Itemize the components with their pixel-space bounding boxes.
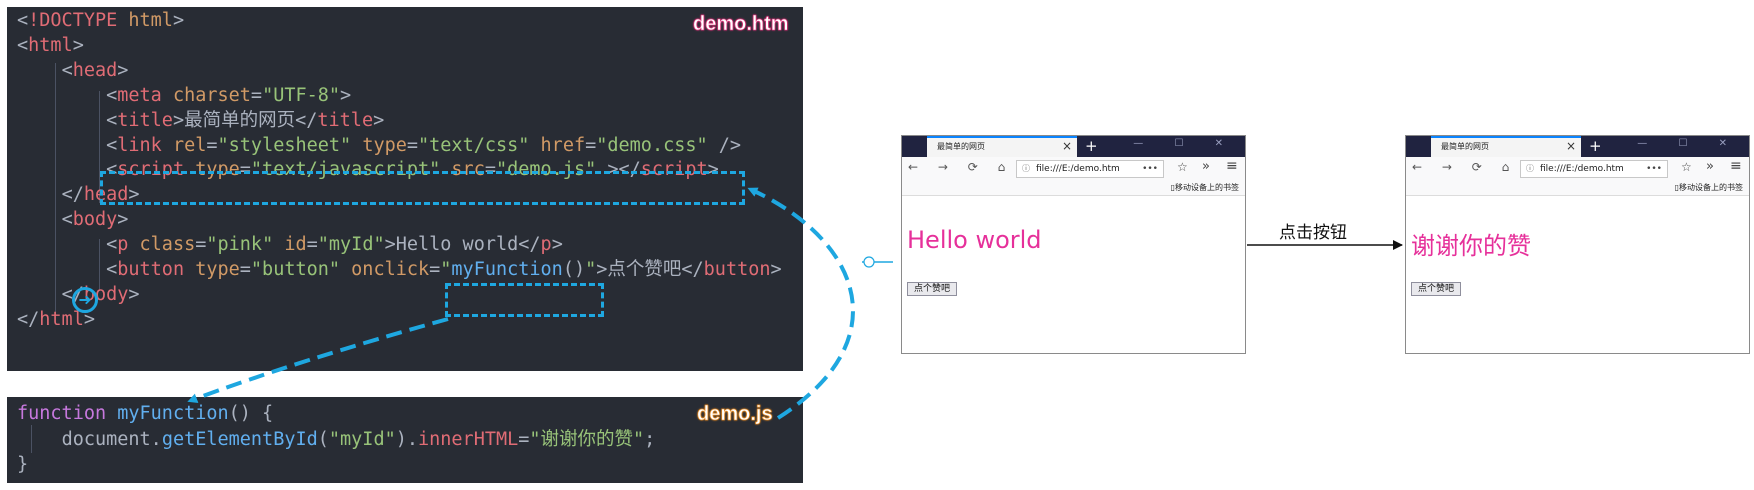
bookmarks-bar: ▯移动设备上的书签 (902, 181, 1245, 196)
url-bar[interactable]: ⓘ file:///E:/demo.htm ••• (1520, 160, 1668, 178)
mobile-bookmarks-link[interactable]: ▯移动设备上的书签 (1675, 182, 1743, 193)
nav-buttons-icon[interactable]: ← → ⟳ ⌂ (908, 160, 1013, 174)
new-tab-icon[interactable]: + (1589, 136, 1602, 156)
connector-stub-circle (863, 256, 875, 268)
info-icon[interactable]: ⓘ (1022, 161, 1030, 177)
browser-window-after: 最简单的网页 × + — ☐ ✕ ← → ⟳ ⌂ ⓘ file:///E:/de… (1405, 135, 1750, 354)
window-controls[interactable]: — ☐ ✕ (1133, 138, 1237, 149)
call-to-function-arrow (187, 317, 449, 403)
hamburger-menu-icon[interactable]: ≡ (1226, 158, 1238, 174)
close-tab-icon[interactable]: × (1566, 139, 1576, 153)
title-bar: 最简单的网页 × + — ☐ ✕ (902, 136, 1245, 157)
close-tab-icon[interactable]: × (1062, 139, 1072, 153)
js-file-to-script-arrow (747, 187, 855, 420)
overflow-chevron-icon[interactable]: » (1202, 159, 1210, 174)
hamburger-menu-icon[interactable]: ≡ (1730, 158, 1742, 174)
new-tab-icon[interactable]: + (1085, 136, 1098, 156)
navigation-bar: ← → ⟳ ⌂ ⓘ file:///E:/demo.htm ••• ☆ » ≡ (1406, 157, 1749, 181)
click-button-label: 点击按钮 (1279, 223, 1347, 243)
url-bar[interactable]: ⓘ file:///E:/demo.htm ••• (1016, 160, 1164, 178)
navigation-bar: ← → ⟳ ⌂ ⓘ file:///E:/demo.htm ••• ☆ » ≡ (902, 157, 1245, 181)
browser-window-before: 最简单的网页 × + — ☐ ✕ ← → ⟳ ⌂ ⓘ file:///E:/de… (901, 135, 1246, 354)
page-paragraph: 谢谢你的赞 (1411, 232, 1531, 260)
title-bar: 最简单的网页 × + — ☐ ✕ (1406, 136, 1749, 157)
info-icon[interactable]: ⓘ (1526, 161, 1534, 177)
more-actions-icon[interactable]: ••• (1646, 161, 1662, 177)
nav-buttons-icon[interactable]: ← → ⟳ ⌂ (1412, 160, 1517, 174)
browser-tab[interactable]: 最简单的网页 × (1431, 136, 1581, 157)
overflow-chevron-icon[interactable]: » (1706, 159, 1714, 174)
browser-tab[interactable]: 最简单的网页 × (927, 136, 1077, 157)
tab-title: 最简单的网页 (937, 142, 985, 151)
bookmark-star-icon[interactable]: ☆ (1681, 160, 1692, 174)
url-text: file:///E:/demo.htm (1036, 164, 1120, 174)
like-button[interactable]: 点个赞吧 (1411, 282, 1462, 296)
bookmarks-bar: ▯移动设备上的书签 (1406, 181, 1749, 196)
bookmark-star-icon[interactable]: ☆ (1177, 160, 1188, 174)
url-text: file:///E:/demo.htm (1540, 164, 1624, 174)
mobile-bookmarks-link[interactable]: ▯移动设备上的书签 (1171, 182, 1239, 193)
window-controls[interactable]: — ☐ ✕ (1637, 138, 1741, 149)
like-button[interactable]: 点个赞吧 (907, 282, 958, 296)
page-paragraph: Hello world (907, 226, 1042, 254)
tab-title: 最简单的网页 (1441, 142, 1489, 151)
more-actions-icon[interactable]: ••• (1142, 161, 1158, 177)
